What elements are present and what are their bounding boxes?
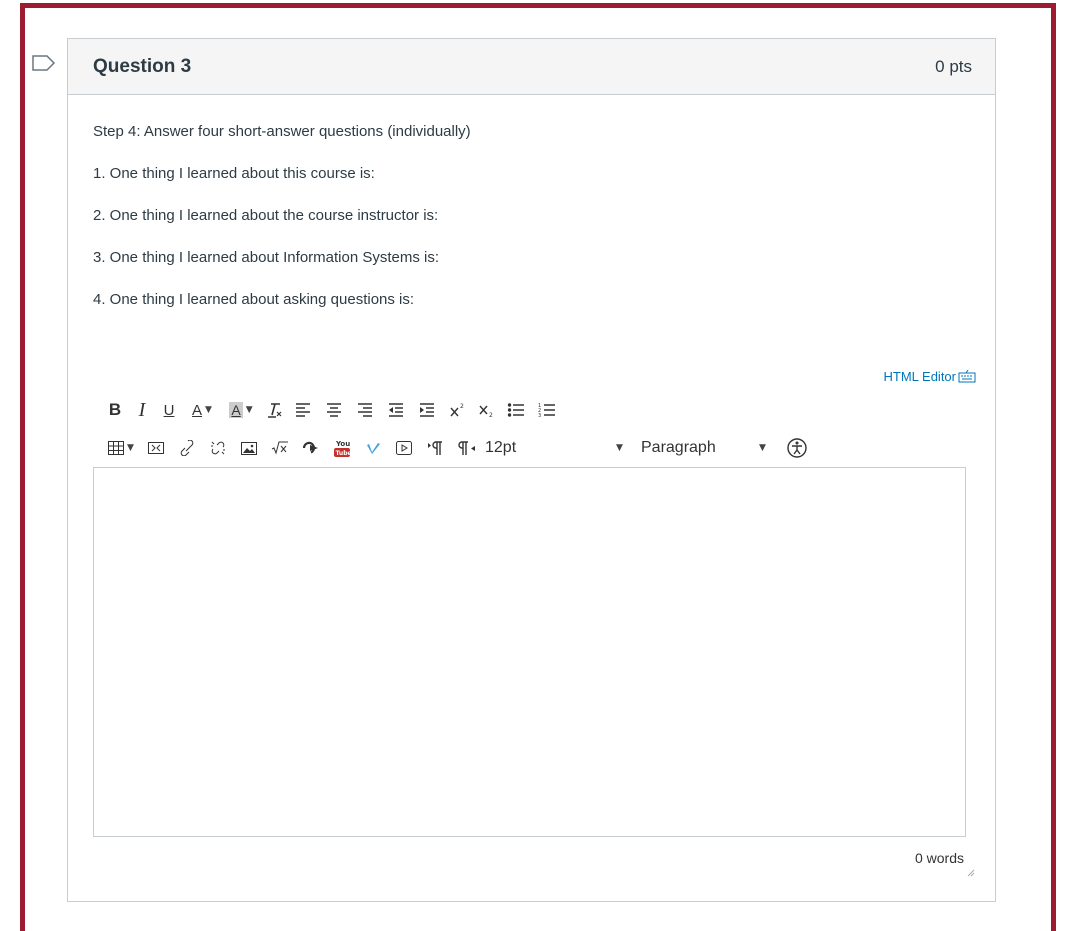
indent-icon [420, 403, 434, 417]
question-instruction: Step 4: Answer four short-answer questio… [93, 123, 471, 140]
question-prompt-4: 4. One thing I learned about asking ques… [93, 291, 415, 308]
insert-equation-button[interactable] [266, 436, 294, 460]
image-icon [241, 441, 257, 455]
superscript-icon: 2 [450, 403, 464, 417]
svg-text:You: You [335, 440, 350, 448]
font-size-dropdown[interactable]: ▼ [613, 436, 638, 460]
bullet-list-icon [507, 403, 524, 417]
insert-image-button[interactable] [235, 436, 263, 460]
svg-text:3: 3 [538, 413, 541, 418]
accessibility-checker-button[interactable] [785, 436, 809, 460]
caret-down-icon: ▼ [616, 443, 623, 453]
align-center-icon [327, 403, 341, 417]
question-text: Step 4: Answer four short-answer questio… [68, 95, 995, 311]
table-button[interactable]: ▼ [103, 436, 139, 460]
toolbar-row-formatting: B I U A ▼ A ▼ 2 2 1 2 3 [103, 397, 564, 423]
indent-button[interactable] [413, 398, 441, 422]
share-arrow-icon [302, 441, 318, 454]
background-color-button[interactable]: A ▼ [223, 398, 259, 422]
ltr-direction-button[interactable] [421, 436, 449, 460]
svg-text:Tube: Tube [336, 450, 352, 457]
video-play-icon [396, 441, 412, 455]
answer-editor[interactable] [93, 467, 966, 837]
question-prompt-2: 2. One thing I learned about the course … [93, 207, 439, 224]
bulleted-list-button[interactable] [502, 398, 530, 422]
caret-down-icon: ▼ [759, 443, 766, 453]
italic-button[interactable]: I [130, 398, 154, 422]
youtube-icon: You Tube [334, 440, 352, 457]
subscript-icon: 2 [479, 405, 493, 418]
html-editor-link[interactable]: HTML Editor [884, 369, 976, 384]
clear-formatting-button[interactable] [262, 398, 286, 422]
font-size-select[interactable]: 12pt [485, 436, 610, 460]
numbered-list-icon: 123 [538, 403, 555, 418]
background-color-icon: A [229, 402, 243, 418]
caret-down-icon: ▼ [205, 405, 212, 415]
youtube-button[interactable]: You Tube [328, 436, 356, 460]
link-icon [180, 440, 194, 456]
external-tool-button[interactable] [297, 436, 325, 460]
vimeo-icon [367, 443, 380, 454]
keyboard-icon [958, 370, 976, 383]
rtl-direction-button[interactable] [452, 436, 482, 460]
embed-media-button[interactable] [142, 436, 170, 460]
font-size-value: 12pt [485, 439, 517, 456]
toolbar-row-insert: ▼ You Tube 12pt ▼ Paragraph ▼ [103, 435, 812, 461]
word-count: 0 words [914, 850, 964, 866]
flag-question-icon[interactable] [32, 55, 56, 71]
outdent-button[interactable] [382, 398, 410, 422]
subscript-button[interactable]: 2 [473, 398, 499, 422]
svg-text:2: 2 [489, 412, 493, 418]
paragraph-rtl-icon [458, 441, 475, 455]
block-format-value: Paragraph [641, 439, 716, 456]
clear-formatting-icon [268, 403, 282, 418]
square-root-icon [271, 441, 288, 455]
accessibility-icon [787, 438, 807, 458]
embed-video-button[interactable] [390, 436, 418, 460]
remove-link-button[interactable] [204, 436, 232, 460]
table-icon [108, 441, 125, 455]
resize-handle-icon[interactable] [967, 869, 975, 877]
question-points: 0 pts [935, 56, 972, 76]
numbered-list-button[interactable]: 123 [533, 398, 561, 422]
align-left-icon [296, 403, 310, 417]
superscript-button[interactable]: 2 [444, 398, 470, 422]
svg-text:2: 2 [460, 403, 464, 410]
answer-content[interactable] [94, 468, 965, 836]
vimeo-button[interactable] [359, 436, 387, 460]
caret-down-icon: ▼ [127, 443, 134, 453]
insert-link-button[interactable] [173, 436, 201, 460]
question-card: Question 3 0 pts Step 4: Answer four sho… [67, 38, 996, 902]
html-editor-label[interactable]: HTML Editor [884, 369, 956, 384]
align-left-button[interactable] [289, 398, 317, 422]
block-format-select[interactable]: Paragraph [641, 436, 753, 460]
media-embed-icon [148, 442, 164, 454]
caret-down-icon: ▼ [245, 405, 253, 415]
block-format-dropdown[interactable]: ▼ [756, 436, 782, 460]
question-prompt-1: 1. One thing I learned about this course… [93, 165, 375, 182]
align-center-button[interactable] [320, 398, 348, 422]
question-header: Question 3 0 pts [68, 39, 995, 95]
underline-button[interactable]: U [157, 398, 181, 422]
question-title: Question 3 [93, 55, 192, 77]
paragraph-ltr-icon [428, 441, 442, 455]
align-right-icon [358, 403, 372, 417]
outdent-icon [389, 403, 403, 417]
bold-button[interactable]: B [103, 398, 127, 422]
unlink-icon [211, 441, 225, 455]
text-color-icon: A [192, 401, 203, 419]
align-right-button[interactable] [351, 398, 379, 422]
question-prompt-3: 3. One thing I learned about Information… [93, 249, 440, 266]
text-color-button[interactable]: A ▼ [184, 398, 220, 422]
